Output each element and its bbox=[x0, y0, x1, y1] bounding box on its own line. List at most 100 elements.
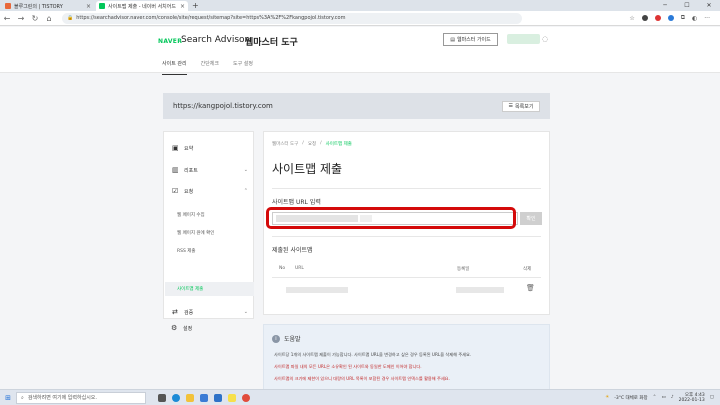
window-controls: ─ ☐ ✕ bbox=[654, 0, 720, 11]
column-header-date: 등록일 bbox=[457, 267, 470, 272]
sitemap-url-label: 사이트맵 URL 입력 bbox=[272, 199, 321, 206]
breadcrumb-item[interactable]: 요청 bbox=[308, 141, 316, 147]
blurred-sitemap-url bbox=[286, 287, 348, 293]
tray-arrow-icon[interactable]: ⌃ bbox=[653, 395, 657, 400]
sidebar: ▣ 요약 ▥ 리포트 ⌄ ☑ 요청 ⌃ 웹 페이지 수집 웹 페이지 원에 확인… bbox=[163, 131, 254, 319]
store-icon[interactable] bbox=[200, 393, 208, 402]
sidebar-subitem-page-check[interactable]: 웹 페이지 원에 확인 bbox=[177, 230, 214, 236]
explorer-icon[interactable] bbox=[186, 393, 194, 402]
sidebar-subitem-rss[interactable]: RSS 제출 bbox=[177, 248, 196, 254]
chevron-down-icon: ⌄ bbox=[243, 167, 248, 173]
taskbar-apps bbox=[158, 393, 250, 402]
menu-site-manage[interactable]: 사이트 관리 bbox=[162, 60, 187, 75]
extension-icon[interactable] bbox=[654, 15, 661, 21]
list-button-label: 목록보기 bbox=[515, 103, 534, 110]
volume-icon[interactable]: ♪ bbox=[671, 395, 674, 400]
chevron-up-icon: ⌃ bbox=[243, 188, 248, 194]
forward-icon[interactable]: → bbox=[14, 14, 28, 23]
help-title: i 도움말 bbox=[272, 334, 301, 343]
reload-icon[interactable]: ↻ bbox=[28, 14, 42, 23]
breadcrumb-item[interactable]: 웹마스터 도구 bbox=[272, 141, 298, 147]
weather-icon[interactable]: ☀ bbox=[605, 395, 609, 400]
kakaotalk-icon[interactable] bbox=[228, 393, 236, 402]
sidebar-item-label: 설정 bbox=[183, 325, 193, 332]
help-line: 사이트맵의 크기에 제한이 있으니 대량의 URL 목록이 포함된 경우 사이트… bbox=[274, 376, 450, 381]
blurred-sitemap-date bbox=[456, 287, 504, 293]
column-header-no: No bbox=[279, 266, 286, 271]
search-icon: ⌕ bbox=[21, 394, 24, 401]
book-icon: ▤ bbox=[450, 36, 455, 43]
column-header-url: URL bbox=[295, 266, 304, 271]
sidebar-item-label: 요약 bbox=[184, 145, 194, 152]
browser-tab-tistory[interactable]: 블루그린의 | TISTORY × bbox=[2, 1, 94, 11]
site-url: https://kangpojol.tistory.com bbox=[173, 102, 273, 110]
task-view-icon[interactable] bbox=[158, 393, 166, 402]
browser-tab-searchadvisor[interactable]: 사이트맵 제출 - 네이버 서치어드 × bbox=[96, 1, 188, 11]
tistory-favicon-icon bbox=[5, 3, 11, 9]
settings-icon[interactable]: ◌ bbox=[542, 35, 548, 43]
webmaster-tool-title: 웹마스터 도구 bbox=[245, 38, 298, 48]
guide-label: 웹마스터 가이드 bbox=[456, 37, 491, 43]
windows-start-icon[interactable]: ⊞ bbox=[0, 394, 16, 402]
weather-text[interactable]: -3°C 대체로 화창 bbox=[614, 395, 647, 401]
sidebar-subitem-sitemap[interactable]: 사이트맵 제출 bbox=[177, 286, 203, 292]
red-highlight-box bbox=[266, 207, 516, 229]
sidebar-item-verify[interactable]: ⇄ 검증 ⌄ bbox=[172, 308, 248, 316]
taskbar-search-placeholder: 검색하려면 여기에 입력하십시오. bbox=[27, 395, 97, 401]
user-account-box[interactable] bbox=[507, 34, 540, 44]
help-line: 사이트맵 파일 내의 모든 URL은 소유확인 된 사이트와 동일한 도메인 이… bbox=[274, 364, 422, 369]
sidebar-item-report[interactable]: ▥ 리포트 ⌄ bbox=[172, 166, 248, 174]
info-icon: i bbox=[272, 334, 280, 343]
main-panel: 웹마스터 도구 / 요청 / 사이트맵 제출 사이트맵 제출 사이트맵 URL … bbox=[263, 131, 550, 315]
chrome-icon[interactable] bbox=[242, 393, 250, 402]
address-bar[interactable]: 🔒 https://searchadvisor.naver.com/consol… bbox=[62, 12, 522, 24]
close-window-icon[interactable]: ✕ bbox=[698, 0, 720, 11]
home-icon[interactable]: ⌂ bbox=[42, 14, 56, 23]
naver-favicon-icon bbox=[99, 3, 105, 9]
minimize-icon[interactable]: ─ bbox=[654, 0, 676, 11]
address-url: https://searchadvisor.naver.com/console/… bbox=[76, 15, 346, 21]
breadcrumb-current: 사이트맵 제출 bbox=[325, 142, 352, 147]
sidebar-item-label: 검증 bbox=[184, 309, 194, 316]
submitted-sitemap-label: 제출된 사이트맵 bbox=[272, 247, 313, 254]
extension-icon[interactable] bbox=[641, 15, 648, 21]
sidebar-subitem-page-collect[interactable]: 웹 페이지 수집 bbox=[177, 212, 205, 218]
close-tab-icon[interactable]: × bbox=[180, 3, 185, 10]
list-view-button[interactable]: ☰ 목록보기 bbox=[502, 100, 540, 112]
back-icon[interactable]: ← bbox=[0, 14, 14, 23]
sidebar-item-request[interactable]: ☑ 요청 ⌃ bbox=[172, 187, 248, 195]
favorite-star-icon[interactable]: ☆ bbox=[629, 15, 634, 22]
verify-icon: ⇄ bbox=[172, 308, 178, 316]
network-icon[interactable]: ▭ bbox=[661, 395, 665, 400]
clock-date: 2022-01-13 bbox=[678, 397, 705, 403]
new-tab-button[interactable]: + bbox=[192, 1, 199, 11]
search-advisor-title[interactable]: Search Advisor bbox=[181, 35, 248, 45]
notification-icon[interactable]: ▢ bbox=[710, 395, 714, 400]
collections-icon[interactable]: ⧉ bbox=[681, 14, 685, 22]
top-menu: 사이트 관리 간단체크 도구 설정 bbox=[162, 60, 253, 75]
trash-icon[interactable]: 🗑 bbox=[526, 284, 535, 292]
edge-icon[interactable] bbox=[172, 393, 180, 402]
divider bbox=[272, 277, 541, 278]
menu-tool-settings[interactable]: 도구 설정 bbox=[233, 60, 253, 75]
help-line: 사이트당 1개의 사이트맵 제출이 가능합니다. 사이트맵 URL을 변경하고 … bbox=[274, 352, 472, 357]
divider bbox=[272, 188, 541, 189]
taskbar-search-box[interactable]: ⌕ 검색하려면 여기에 입력하십시오. bbox=[16, 391, 146, 404]
more-menu-icon[interactable]: ··· bbox=[704, 15, 710, 22]
profile-icon[interactable]: ◐ bbox=[692, 15, 697, 22]
menu-simple-check[interactable]: 간단체크 bbox=[201, 60, 219, 75]
extensions-area: ☆ ⧉ ◐ ··· bbox=[629, 14, 710, 22]
webmaster-guide-button[interactable]: ▤ 웹마스터 가이드 bbox=[443, 33, 498, 46]
extension-icon[interactable] bbox=[667, 15, 674, 21]
divider bbox=[272, 236, 541, 237]
tab-title: 사이트맵 제출 - 네이버 서치어드 bbox=[108, 3, 176, 10]
sidebar-item-summary[interactable]: ▣ 요약 bbox=[172, 144, 248, 152]
mail-icon[interactable] bbox=[214, 393, 222, 402]
chevron-down-icon: ⌄ bbox=[243, 309, 248, 315]
confirm-button[interactable]: 확인 bbox=[520, 212, 542, 225]
close-tab-icon[interactable]: × bbox=[86, 3, 91, 10]
clock[interactable]: 오후 4:43 2022-01-13 bbox=[679, 393, 705, 403]
naver-logo[interactable]: NAVER bbox=[158, 38, 182, 45]
sidebar-item-settings[interactable]: ⚙ 설정 bbox=[171, 324, 247, 332]
maximize-icon[interactable]: ☐ bbox=[676, 0, 698, 11]
